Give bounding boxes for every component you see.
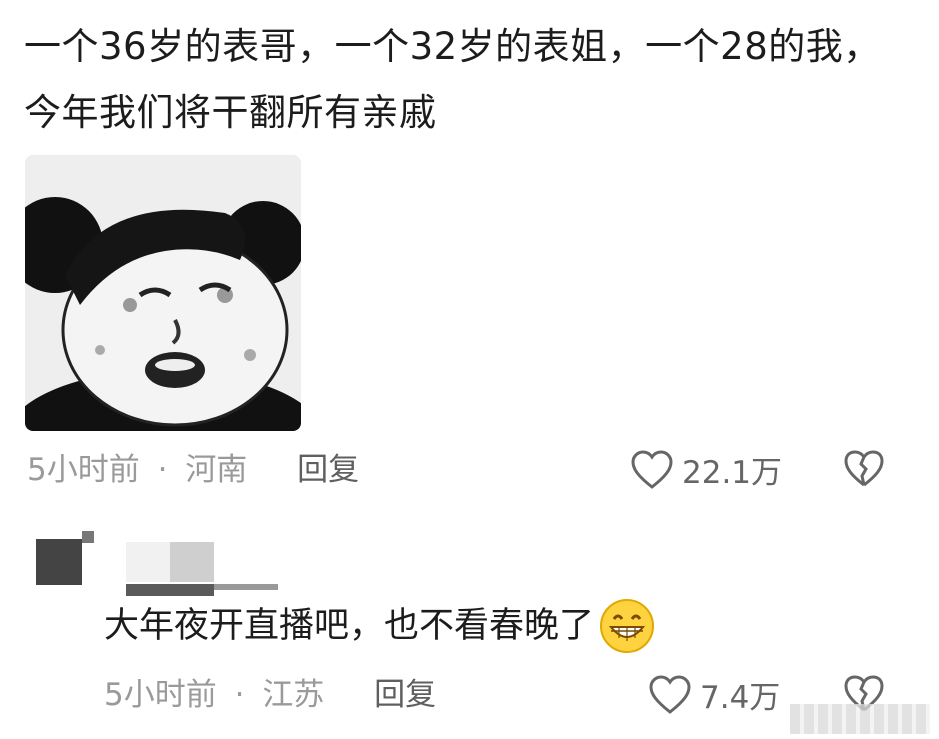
reply-location: 江苏	[262, 677, 325, 713]
reply-text-row: 大年夜开直播吧，也不看春晚了	[104, 597, 656, 655]
comment-like-count: 22.1万	[682, 455, 783, 491]
watermark	[790, 704, 930, 734]
panda-head-meme-icon	[25, 155, 301, 431]
comment-like-button[interactable]: 22.1万	[630, 447, 782, 492]
reply-meta: 5小时前 · 江苏 回复	[104, 675, 436, 715]
reply-username-blur-4	[214, 584, 278, 590]
heart-icon	[649, 674, 691, 714]
avatar-fragment	[82, 531, 94, 543]
comment-meta: 5小时前 · 河南 回复	[27, 450, 359, 490]
reply-separator: ·	[234, 677, 245, 713]
reply-time: 5小时前	[104, 677, 217, 713]
comment-dislike-button[interactable]	[843, 449, 885, 493]
reply-reply-button[interactable]: 回复	[374, 677, 436, 713]
comment-text: 一个36岁的表哥，一个32岁的表姐，一个28的我，今年我们将干翻所有亲戚	[24, 25, 881, 134]
comment-location: 河南	[185, 452, 248, 488]
reply-username-blur-2	[170, 542, 214, 582]
comment-reply-button[interactable]: 回复	[297, 452, 359, 488]
reply-username-blur-3	[126, 584, 214, 596]
broken-heart-icon	[844, 450, 884, 487]
reply-username-blur	[126, 542, 170, 582]
comment-separator: ·	[157, 452, 168, 488]
reply-avatar[interactable]	[36, 539, 82, 585]
meme-image[interactable]	[25, 155, 301, 431]
reply-text: 大年夜开直播吧，也不看春晚了	[104, 606, 595, 646]
grin-emoji-icon	[600, 599, 655, 653]
reply-like-button[interactable]: 7.4万	[648, 672, 780, 717]
comment-time: 5小时前	[27, 452, 140, 488]
reply-like-count: 7.4万	[700, 680, 781, 716]
heart-icon	[631, 449, 673, 489]
